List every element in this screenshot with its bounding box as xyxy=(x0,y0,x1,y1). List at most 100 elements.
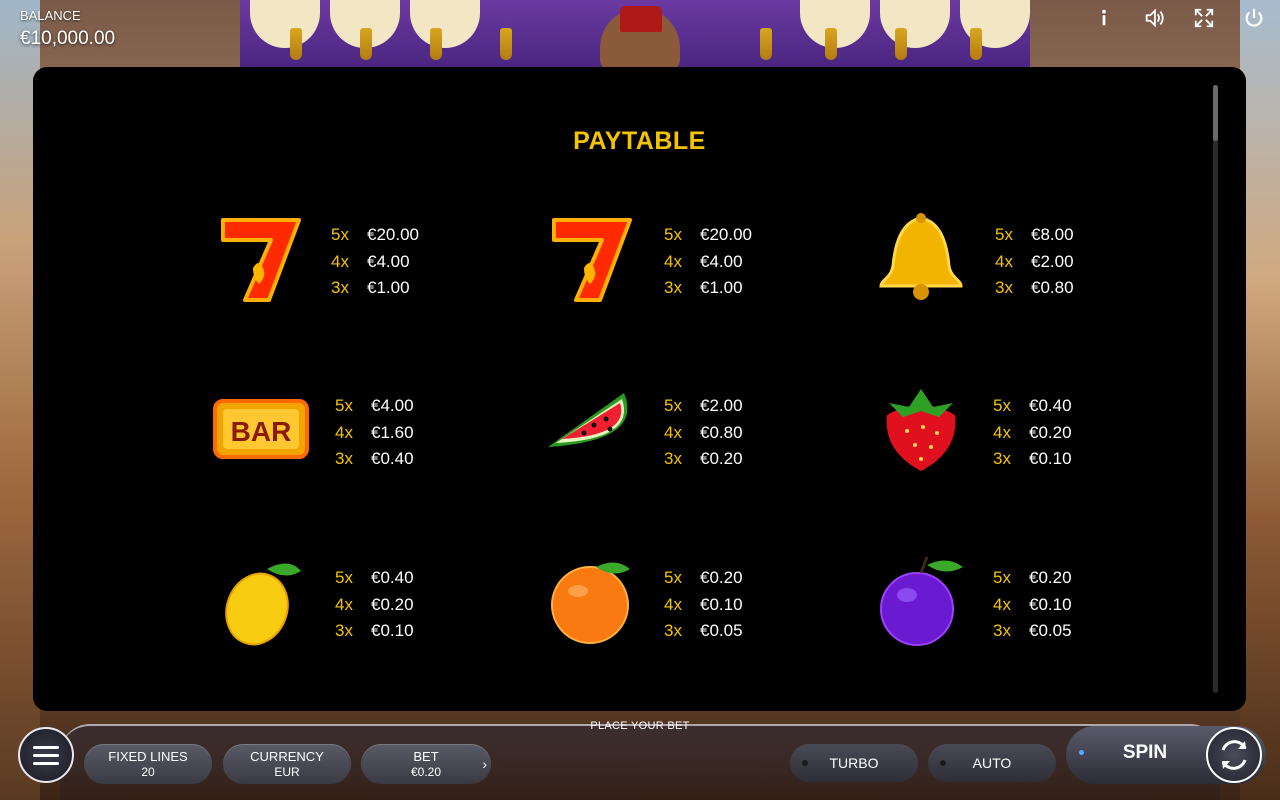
pay-multiplier: 3x xyxy=(664,621,682,640)
pay-row: 3x €1.00 xyxy=(664,275,752,302)
spin-indicator xyxy=(1079,750,1084,755)
pay-multiplier: 5x xyxy=(331,225,349,244)
pay-row: 4x €0.80 xyxy=(664,420,743,447)
pay-multiplier: 5x xyxy=(664,568,682,587)
paytable-entry-orange: 5x €0.20 4x €0.10 3x €0.05 xyxy=(544,553,844,663)
turbo-toggle[interactable]: TURBO xyxy=(790,744,918,782)
currency-value: EUR xyxy=(274,765,300,779)
tassel xyxy=(825,28,837,60)
pay-row: 5x €4.00 xyxy=(335,393,414,420)
pay-multiplier: 4x xyxy=(664,594,682,614)
awning-scallop xyxy=(250,0,320,48)
pay-amount: €4.00 xyxy=(700,251,743,271)
pay-amount: €0.20 xyxy=(1029,568,1072,587)
pay-amount: €4.00 xyxy=(371,396,414,415)
menu-button[interactable] xyxy=(18,727,74,783)
pay-row: 5x €0.20 xyxy=(993,565,1072,592)
pay-row: 3x €0.05 xyxy=(664,618,743,645)
pay-row: 4x €0.10 xyxy=(664,592,743,619)
pay-amount: €0.80 xyxy=(700,422,743,442)
sound-icon[interactable] xyxy=(1142,6,1166,30)
paytable-entry-lemon: 5x €0.40 4x €0.20 3x €0.10 xyxy=(213,553,513,663)
pay-amount: €20.00 xyxy=(700,225,752,244)
pay-row: 4x €4.00 xyxy=(664,249,752,276)
pay-row: 5x €0.40 xyxy=(335,565,414,592)
tassel xyxy=(430,28,442,60)
pay-amount: €2.00 xyxy=(1031,251,1074,271)
spin-label[interactable]: SPIN xyxy=(1100,742,1190,764)
pay-table-values: 5x €4.00 4x €1.60 3x €0.40 xyxy=(335,393,414,473)
pay-row: 3x €0.40 xyxy=(335,446,414,473)
pay-row: 5x €2.00 xyxy=(664,393,743,420)
paytable-entry-plum: 5x €0.20 4x €0.10 3x €0.05 xyxy=(873,553,1173,663)
strawberry-icon xyxy=(873,381,969,477)
orange-icon xyxy=(544,553,640,649)
fixed-lines-label: FIXED LINES xyxy=(108,749,188,764)
balance-label: BALANCE xyxy=(20,8,81,23)
pay-multiplier: 3x xyxy=(993,449,1011,468)
pay-row: 5x €0.40 xyxy=(993,393,1072,420)
pay-row: 3x €0.80 xyxy=(995,275,1074,302)
pay-row: 4x €1.60 xyxy=(335,420,414,447)
plum-icon xyxy=(873,553,969,649)
pay-amount: €0.20 xyxy=(371,594,414,614)
pay-row: 4x €4.00 xyxy=(331,249,419,276)
auto-toggle[interactable]: AUTO xyxy=(928,744,1056,782)
pay-amount: €0.05 xyxy=(1029,621,1072,640)
menu-icon xyxy=(33,745,59,749)
toggle-indicator xyxy=(940,760,946,766)
pay-row: 4x €0.20 xyxy=(993,420,1072,447)
pay-row: 4x €2.00 xyxy=(995,249,1074,276)
pay-amount: €0.10 xyxy=(700,594,743,614)
pay-multiplier: 4x xyxy=(993,422,1011,442)
auto-label: AUTO xyxy=(972,755,1012,771)
balance-value: €10,000.00 xyxy=(20,28,116,49)
tassel xyxy=(360,28,372,60)
pay-multiplier: 5x xyxy=(664,225,682,244)
info-icon[interactable] xyxy=(1092,6,1116,30)
pay-multiplier: 4x xyxy=(993,594,1011,614)
currency-label: CURRENCY xyxy=(250,749,324,764)
pay-amount: €0.05 xyxy=(700,621,743,640)
paytable-panel: PAYTABLE 5x €20.00 4x €4.00 3x €1.00 5x €20.… xyxy=(33,67,1246,711)
pay-row: 4x €0.10 xyxy=(993,592,1072,619)
pay-row: 3x €0.05 xyxy=(993,618,1072,645)
pay-table-values: 5x €0.40 4x €0.20 3x €0.10 xyxy=(335,565,414,645)
pay-multiplier: 3x xyxy=(664,278,682,297)
tassel xyxy=(970,28,982,60)
menu-icon xyxy=(33,753,59,757)
spin-refresh-icon xyxy=(1221,740,1247,770)
scrollbar-thumb[interactable] xyxy=(1213,85,1218,141)
spin-button[interactable] xyxy=(1206,727,1262,783)
fullscreen-icon[interactable] xyxy=(1192,6,1216,30)
pay-row: 5x €20.00 xyxy=(664,222,752,249)
power-icon[interactable] xyxy=(1242,6,1266,30)
chevron-right-icon[interactable]: › xyxy=(482,756,487,772)
pay-row: 3x €0.10 xyxy=(993,446,1072,473)
pay-row: 3x €0.20 xyxy=(664,446,743,473)
pay-multiplier: 3x xyxy=(995,278,1013,297)
currency-display: CURRENCY EUR xyxy=(223,744,351,784)
paytable-entry-bell: 5x €8.00 4x €2.00 3x €0.80 xyxy=(873,210,1173,320)
watermelon-icon xyxy=(544,381,640,477)
bar-symbol-text: BAR xyxy=(231,416,292,447)
seven-icon xyxy=(213,210,309,306)
pay-row: 4x €0.20 xyxy=(335,592,414,619)
paytable-entry-watermelon: 5x €2.00 4x €0.80 3x €0.20 xyxy=(544,381,844,491)
pay-amount: €8.00 xyxy=(1031,225,1074,244)
paytable-entry-strawberry: 5x €0.40 4x €0.20 3x €0.10 xyxy=(873,381,1173,491)
pay-amount: €0.10 xyxy=(371,621,414,640)
pay-table-values: 5x €8.00 4x €2.00 3x €0.80 xyxy=(995,222,1074,302)
pay-amount: €4.00 xyxy=(367,251,410,271)
background-right xyxy=(1240,0,1280,800)
pay-multiplier: 4x xyxy=(664,251,682,271)
bet-selector[interactable]: BET €0.20 › xyxy=(361,744,491,784)
lemon-icon xyxy=(213,553,309,649)
pay-row: 3x €1.00 xyxy=(331,275,419,302)
toggle-indicator xyxy=(802,760,808,766)
paytable-scrollbar[interactable] xyxy=(1213,85,1218,693)
pay-amount: €0.40 xyxy=(371,449,414,468)
pay-row: 5x €20.00 xyxy=(331,222,419,249)
pay-table-values: 5x €0.20 4x €0.10 3x €0.05 xyxy=(993,565,1072,645)
pay-multiplier: 5x xyxy=(993,568,1011,587)
